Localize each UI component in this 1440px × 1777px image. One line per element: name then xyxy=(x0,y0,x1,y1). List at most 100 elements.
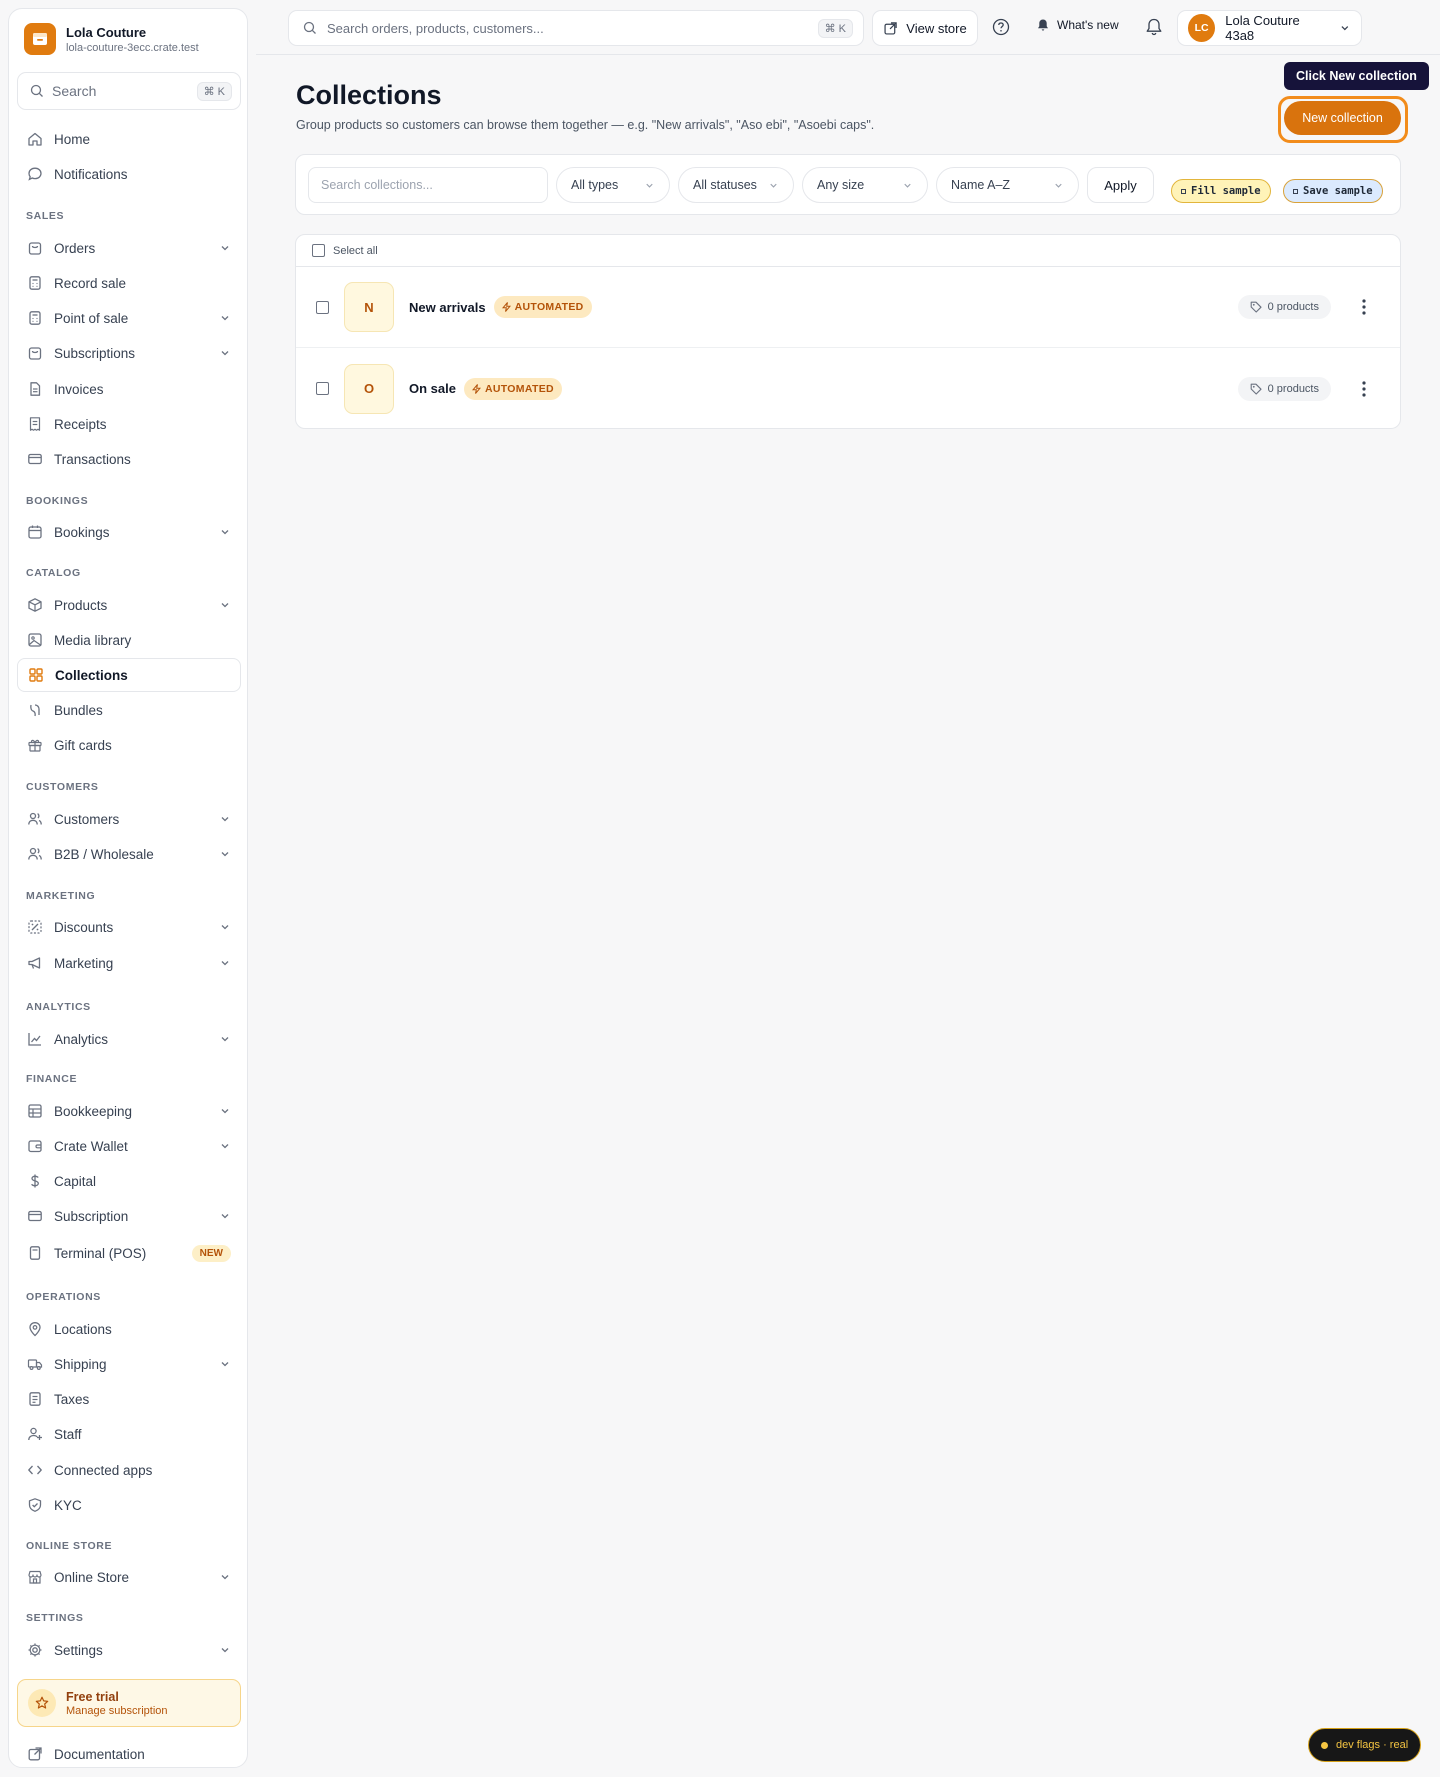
size-filter-select[interactable]: Any size xyxy=(802,167,928,203)
sidebar-item-crate-wallet[interactable]: Crate Wallet xyxy=(17,1129,241,1163)
chevron-down-icon xyxy=(1055,183,1062,188)
apply-button[interactable]: Apply xyxy=(1087,167,1154,203)
type-filter-select[interactable]: All types xyxy=(556,167,670,203)
sidebar-item-settings[interactable]: Settings xyxy=(17,1633,241,1667)
chevron-down-icon xyxy=(221,603,229,608)
sidebar-item-notifications[interactable]: Notifications xyxy=(17,157,241,191)
status-filter-select[interactable]: All statuses xyxy=(678,167,794,203)
sidebar-item-label: Marketing xyxy=(54,955,114,971)
gift-icon xyxy=(28,739,42,752)
documentation-link[interactable]: Documentation xyxy=(17,1737,241,1771)
sidebar-item-shipping[interactable]: Shipping xyxy=(17,1347,241,1381)
table-row[interactable]: O On sale AUTOMATED 0 products xyxy=(296,348,1400,429)
fill-sample-button[interactable]: Fill sample xyxy=(1171,179,1271,203)
chevron-down-icon xyxy=(221,1575,229,1580)
sidebar-item-subscription[interactable]: Subscription xyxy=(17,1199,241,1233)
sidebar-item-discounts[interactable]: Discounts xyxy=(17,910,241,944)
sidebar-item-subscriptions[interactable]: Subscriptions xyxy=(17,336,241,370)
sidebar-item-bookkeeping[interactable]: Bookkeeping xyxy=(17,1094,241,1128)
sidebar-item-capital[interactable]: Capital xyxy=(17,1164,241,1198)
global-search-input[interactable]: Search orders, products, customers... ⌘ … xyxy=(288,10,864,46)
sidebar-item-customers[interactable]: Customers xyxy=(17,802,241,836)
row-checkbox[interactable] xyxy=(316,300,329,314)
chevron-down-icon xyxy=(221,1109,229,1114)
users-icon xyxy=(28,812,42,825)
sort-select[interactable]: Name A–Z xyxy=(936,167,1079,203)
select-all-checkbox[interactable] xyxy=(312,244,325,257)
view-store-button[interactable]: View store xyxy=(872,10,978,46)
sidebar-item-analytics[interactable]: Analytics xyxy=(17,1022,241,1056)
sidebar-item-label: Bundles xyxy=(54,702,103,718)
sidebar-item-media-library[interactable]: Media library xyxy=(17,623,241,657)
megaphone-icon xyxy=(28,957,41,969)
sidebar-item-gift-cards[interactable]: Gift cards xyxy=(17,728,241,762)
sidebar-item-label: Notifications xyxy=(54,166,128,182)
external-link-icon xyxy=(884,21,897,35)
gear-icon xyxy=(28,1643,42,1657)
sidebar-item-b2b-wholesale[interactable]: B2B / Wholesale xyxy=(17,837,241,871)
document-icon xyxy=(29,1392,41,1406)
sidebar-item-connected-apps[interactable]: Connected apps xyxy=(17,1453,241,1487)
chevron-down-icon xyxy=(221,1144,229,1149)
save-sample-button[interactable]: Save sample xyxy=(1283,179,1383,203)
sidebar-item-products[interactable]: Products xyxy=(17,588,241,622)
status-dot-icon xyxy=(1321,1741,1328,1749)
sidebar-item-collections[interactable]: Collections xyxy=(17,658,241,692)
table-row[interactable]: N New arrivals AUTOMATED 0 products xyxy=(296,267,1400,348)
document-icon xyxy=(30,382,41,396)
whats-new-button[interactable]: What's new xyxy=(1036,18,1119,32)
collection-search-input[interactable]: Search collections... xyxy=(308,167,548,203)
sidebar-item-orders[interactable]: Orders xyxy=(17,231,241,265)
free-trial-card[interactable]: Free trial Manage subscription xyxy=(17,1679,241,1727)
sidebar-item-label: Shipping xyxy=(54,1356,107,1372)
sidebar-item-label: B2B / Wholesale xyxy=(54,846,154,862)
more-options-icon[interactable] xyxy=(1362,380,1366,397)
sidebar-item-label: Connected apps xyxy=(54,1462,153,1478)
sidebar-item-online-store[interactable]: Online Store xyxy=(17,1560,241,1594)
chevron-down-icon xyxy=(221,1037,229,1042)
manage-subscription-link[interactable]: Manage subscription xyxy=(66,1705,168,1717)
grid-icon xyxy=(29,668,43,682)
sidebar-item-staff[interactable]: Staff xyxy=(17,1417,241,1451)
sidebar-item-label: Bookkeeping xyxy=(54,1103,133,1119)
collection-name[interactable]: New arrivals xyxy=(409,300,486,315)
sidebar-item-label: Invoices xyxy=(54,381,104,397)
sidebar-item-taxes[interactable]: Taxes xyxy=(17,1382,241,1416)
sidebar-item-invoices[interactable]: Invoices xyxy=(17,372,241,406)
list-header: Select all xyxy=(296,235,1400,267)
account-menu[interactable]: LC Lola Couture 43a8 xyxy=(1177,10,1362,46)
sidebar-item-kyc[interactable]: KYC xyxy=(17,1488,241,1522)
sidebar-item-label: Home xyxy=(54,131,91,147)
sidebar-item-locations[interactable]: Locations xyxy=(17,1312,241,1346)
sidebar-item-bundles[interactable]: Bundles xyxy=(17,693,241,727)
sidebar-item-terminal-pos[interactable]: Terminal (POS) NEW xyxy=(17,1236,241,1270)
new-collection-button[interactable]: New collection xyxy=(1284,101,1401,135)
more-options-icon[interactable] xyxy=(1362,299,1366,315)
help-icon[interactable] xyxy=(992,18,1010,36)
sidebar-item-point-of-sale[interactable]: Point of sale xyxy=(17,301,241,335)
sidebar-item-receipts[interactable]: Receipts xyxy=(17,407,241,441)
automated-badge: AUTOMATED xyxy=(493,296,592,318)
section-heading-settings: SETTINGS xyxy=(26,1612,84,1624)
chevron-down-icon xyxy=(221,1362,229,1367)
sidebar-item-label: Customers xyxy=(54,811,120,827)
calculator-icon xyxy=(29,276,41,290)
receipt-icon xyxy=(29,417,41,431)
sidebar-item-home[interactable]: Home xyxy=(17,122,241,156)
sidebar-item-transactions[interactable]: Transactions xyxy=(17,442,241,476)
section-heading-catalog: CATALOG xyxy=(26,567,81,579)
automated-badge: AUTOMATED xyxy=(463,377,562,400)
sidebar-search[interactable]: Search ⌘ K xyxy=(17,72,241,110)
store-domain: lola-couture-3ecc.crate.test xyxy=(66,41,199,54)
sidebar-item-bookings[interactable]: Bookings xyxy=(17,515,241,549)
external-link-icon xyxy=(28,1747,42,1761)
sidebar-item-record-sale[interactable]: Record sale xyxy=(17,266,241,300)
collection-name[interactable]: On sale xyxy=(409,381,456,396)
users-icon xyxy=(28,847,42,860)
notifications-bell-icon[interactable] xyxy=(1144,17,1164,37)
dev-flags-pill[interactable]: dev flags · real xyxy=(1308,1728,1422,1762)
sidebar-item-marketing[interactable]: Marketing xyxy=(17,946,241,980)
store-switcher[interactable]: Lola Couture lola-couture-3ecc.crate.tes… xyxy=(24,23,199,55)
row-checkbox[interactable] xyxy=(316,382,329,395)
collection-thumbnail: N xyxy=(344,282,394,332)
